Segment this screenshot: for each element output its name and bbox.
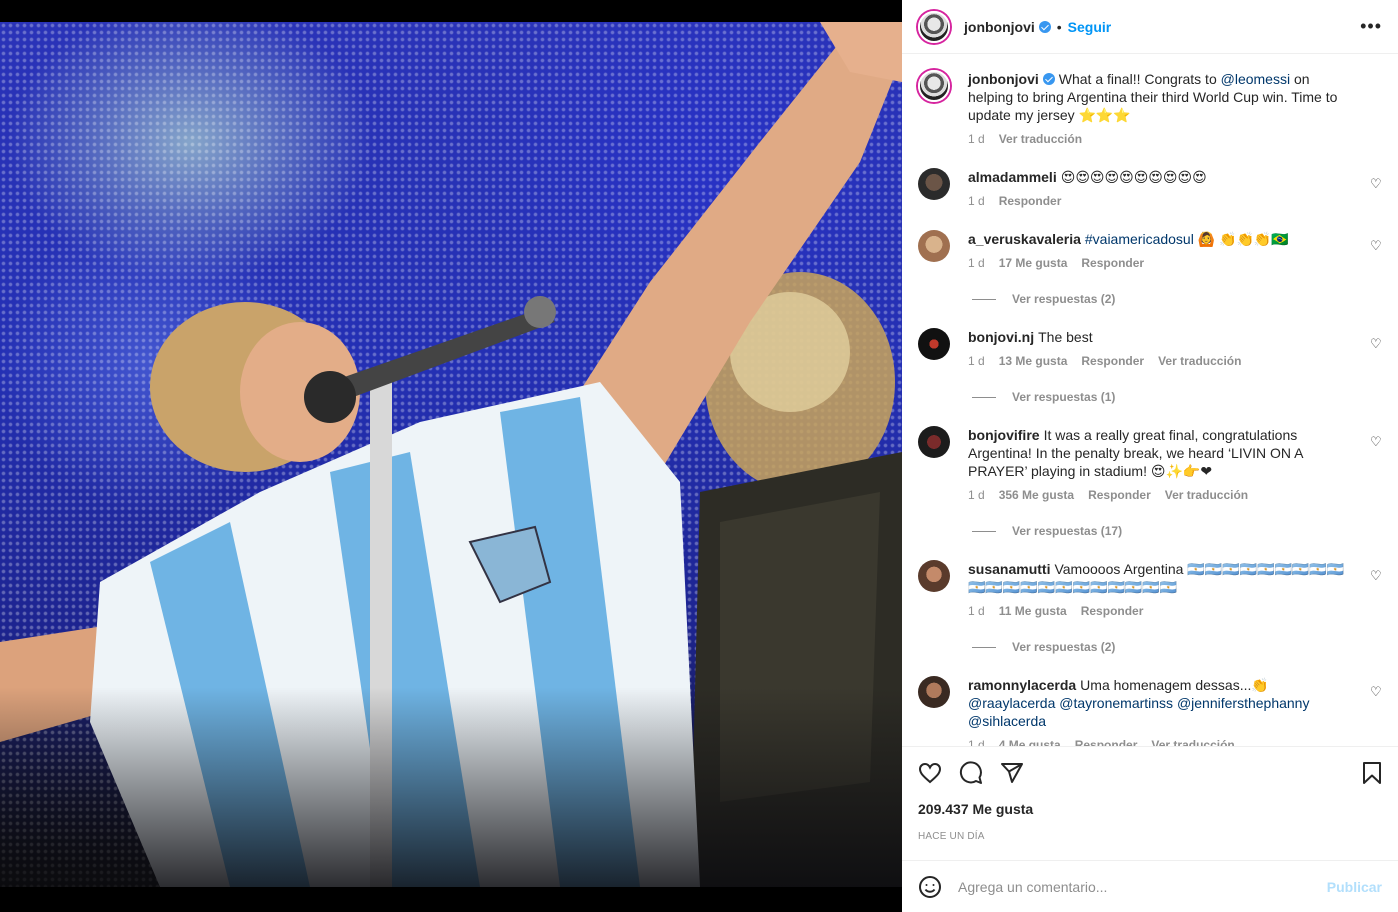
commenter-avatar[interactable] [918, 676, 950, 708]
comment-like-heart-icon[interactable]: ♡ [1370, 569, 1382, 582]
view-replies-button[interactable]: Ver respuestas (2) [972, 292, 1382, 306]
share-icon[interactable] [1000, 761, 1024, 785]
verified-badge-icon [1042, 73, 1055, 85]
comment-likes[interactable]: 4 Me gusta [999, 738, 1061, 746]
comment-like-heart-icon[interactable]: ♡ [1370, 239, 1382, 252]
caption-mention[interactable]: @leomessi [1221, 71, 1290, 87]
comment-text: 🙆 👏👏👏🇧🇷 [1193, 231, 1289, 247]
post-header: jonbonjovi • Seguir ••• [902, 0, 1398, 54]
comment-username[interactable]: a_veruskavaleria [968, 231, 1081, 247]
comment-likes[interactable]: 11 Me gusta [999, 604, 1067, 618]
photo-bottom-shade [0, 687, 902, 887]
comment-hashtag[interactable]: #vaiamericadosul [1085, 231, 1194, 247]
comment-like-heart-icon[interactable]: ♡ [1370, 177, 1382, 190]
comment-username[interactable]: ramonnylacerda [968, 677, 1076, 693]
comment-item: a_veruskavaleria #vaiamericadosul 🙆 👏👏👏🇧🇷… [918, 230, 1382, 270]
comment-time[interactable]: 1 d [968, 194, 985, 208]
heart-icon[interactable] [918, 761, 942, 785]
comment-time[interactable]: 1 d [968, 354, 985, 368]
comment-item: almadammeli 😍😍😍😍😍😍😍😍😍😍 1 d Responder ♡ [918, 168, 1382, 208]
commenter-avatar[interactable] [918, 560, 950, 592]
comment-text: 😍😍😍😍😍😍😍😍😍😍 [1060, 169, 1207, 185]
comment-like-heart-icon[interactable]: ♡ [1370, 435, 1382, 448]
comment-like-heart-icon[interactable]: ♡ [1370, 685, 1382, 698]
caption-username[interactable]: jonbonjovi [968, 71, 1039, 87]
comments-list[interactable]: jonbonjovi What a final!! Congrats to @le… [902, 54, 1398, 746]
comment-icon[interactable] [959, 760, 983, 785]
commenter-avatar[interactable] [918, 168, 950, 200]
caption-translate-link[interactable]: Ver traducción [999, 132, 1082, 146]
comment-text: The best [1038, 329, 1093, 345]
comment-text: Uma homenagem dessas...👏 [1080, 677, 1269, 693]
verified-badge-icon [1038, 20, 1051, 33]
translate-link[interactable]: Ver traducción [1165, 488, 1248, 502]
more-options-icon[interactable]: ••• [1360, 17, 1382, 35]
comment-username[interactable]: susanamutti [968, 561, 1050, 577]
post-actions-bar [902, 746, 1398, 798]
comment-likes[interactable]: 17 Me gusta [999, 256, 1068, 270]
reply-button[interactable]: Responder [1075, 738, 1138, 746]
post-side-panel: jonbonjovi • Seguir ••• jonbonjovi What a… [902, 0, 1398, 912]
reply-button[interactable]: Responder [1081, 354, 1144, 368]
reply-button[interactable]: Responder [999, 194, 1062, 208]
follow-button[interactable]: Seguir [1068, 19, 1112, 35]
caption-text-before: What a final!! Congrats to [1058, 71, 1221, 87]
post-photo[interactable] [0, 22, 902, 887]
post-time[interactable]: HACE UN DÍA [902, 824, 1398, 850]
translate-link[interactable]: Ver traducción [1151, 738, 1234, 746]
reply-button[interactable]: Responder [1081, 604, 1144, 618]
comment-item: bonjovi.nj The best 1 d 13 Me gusta Respo… [918, 328, 1382, 368]
caption-avatar[interactable] [918, 70, 950, 102]
publish-button[interactable]: Publicar [1327, 879, 1382, 895]
bookmark-icon[interactable] [1360, 761, 1384, 785]
comment-likes[interactable]: 356 Me gusta [999, 488, 1074, 502]
reply-button[interactable]: Responder [1081, 256, 1144, 270]
comment-item: susanamutti Vamoooos Argentina 🇦🇷🇦🇷🇦🇷🇦🇷🇦🇷… [918, 560, 1382, 618]
post-caption: jonbonjovi What a final!! Congrats to @le… [918, 70, 1382, 146]
comment-time[interactable]: 1 d [968, 604, 985, 618]
translate-link[interactable]: Ver traducción [1158, 354, 1241, 368]
view-replies-button[interactable]: Ver respuestas (1) [972, 390, 1382, 404]
comment-time[interactable]: 1 d [968, 738, 985, 746]
commenter-avatar[interactable] [918, 426, 950, 458]
commenter-avatar[interactable] [918, 328, 950, 360]
reply-button[interactable]: Responder [1088, 488, 1151, 502]
comment-time[interactable]: 1 d [968, 488, 985, 502]
comment-input[interactable] [958, 878, 1327, 895]
author-username[interactable]: jonbonjovi [964, 19, 1035, 35]
author-avatar[interactable] [918, 10, 950, 43]
comment-like-heart-icon[interactable]: ♡ [1370, 337, 1382, 350]
header-separator: • [1056, 18, 1062, 35]
caption-time[interactable]: 1 d [968, 132, 985, 146]
comment-mentions[interactable]: @raaylacerda @tayronemartinss @jennifers… [968, 695, 1309, 729]
comment-username[interactable]: bonjovifire [968, 427, 1040, 443]
comment-likes[interactable]: 13 Me gusta [999, 354, 1068, 368]
view-replies-button[interactable]: Ver respuestas (2) [972, 640, 1382, 654]
add-comment-bar: Publicar [902, 860, 1398, 912]
comment-item: ramonnylacerda Uma homenagem dessas...👏 @… [918, 676, 1382, 746]
likes-count[interactable]: 209.437 Me gusta [902, 798, 1398, 820]
comment-time[interactable]: 1 d [968, 256, 985, 270]
emoji-icon[interactable] [918, 875, 942, 899]
view-replies-button[interactable]: Ver respuestas (17) [972, 524, 1382, 538]
commenter-avatar[interactable] [918, 230, 950, 262]
comment-username[interactable]: bonjovi.nj [968, 329, 1034, 345]
comment-username[interactable]: almadammeli [968, 169, 1057, 185]
comment-item: bonjovifire It was a really great final, … [918, 426, 1382, 502]
